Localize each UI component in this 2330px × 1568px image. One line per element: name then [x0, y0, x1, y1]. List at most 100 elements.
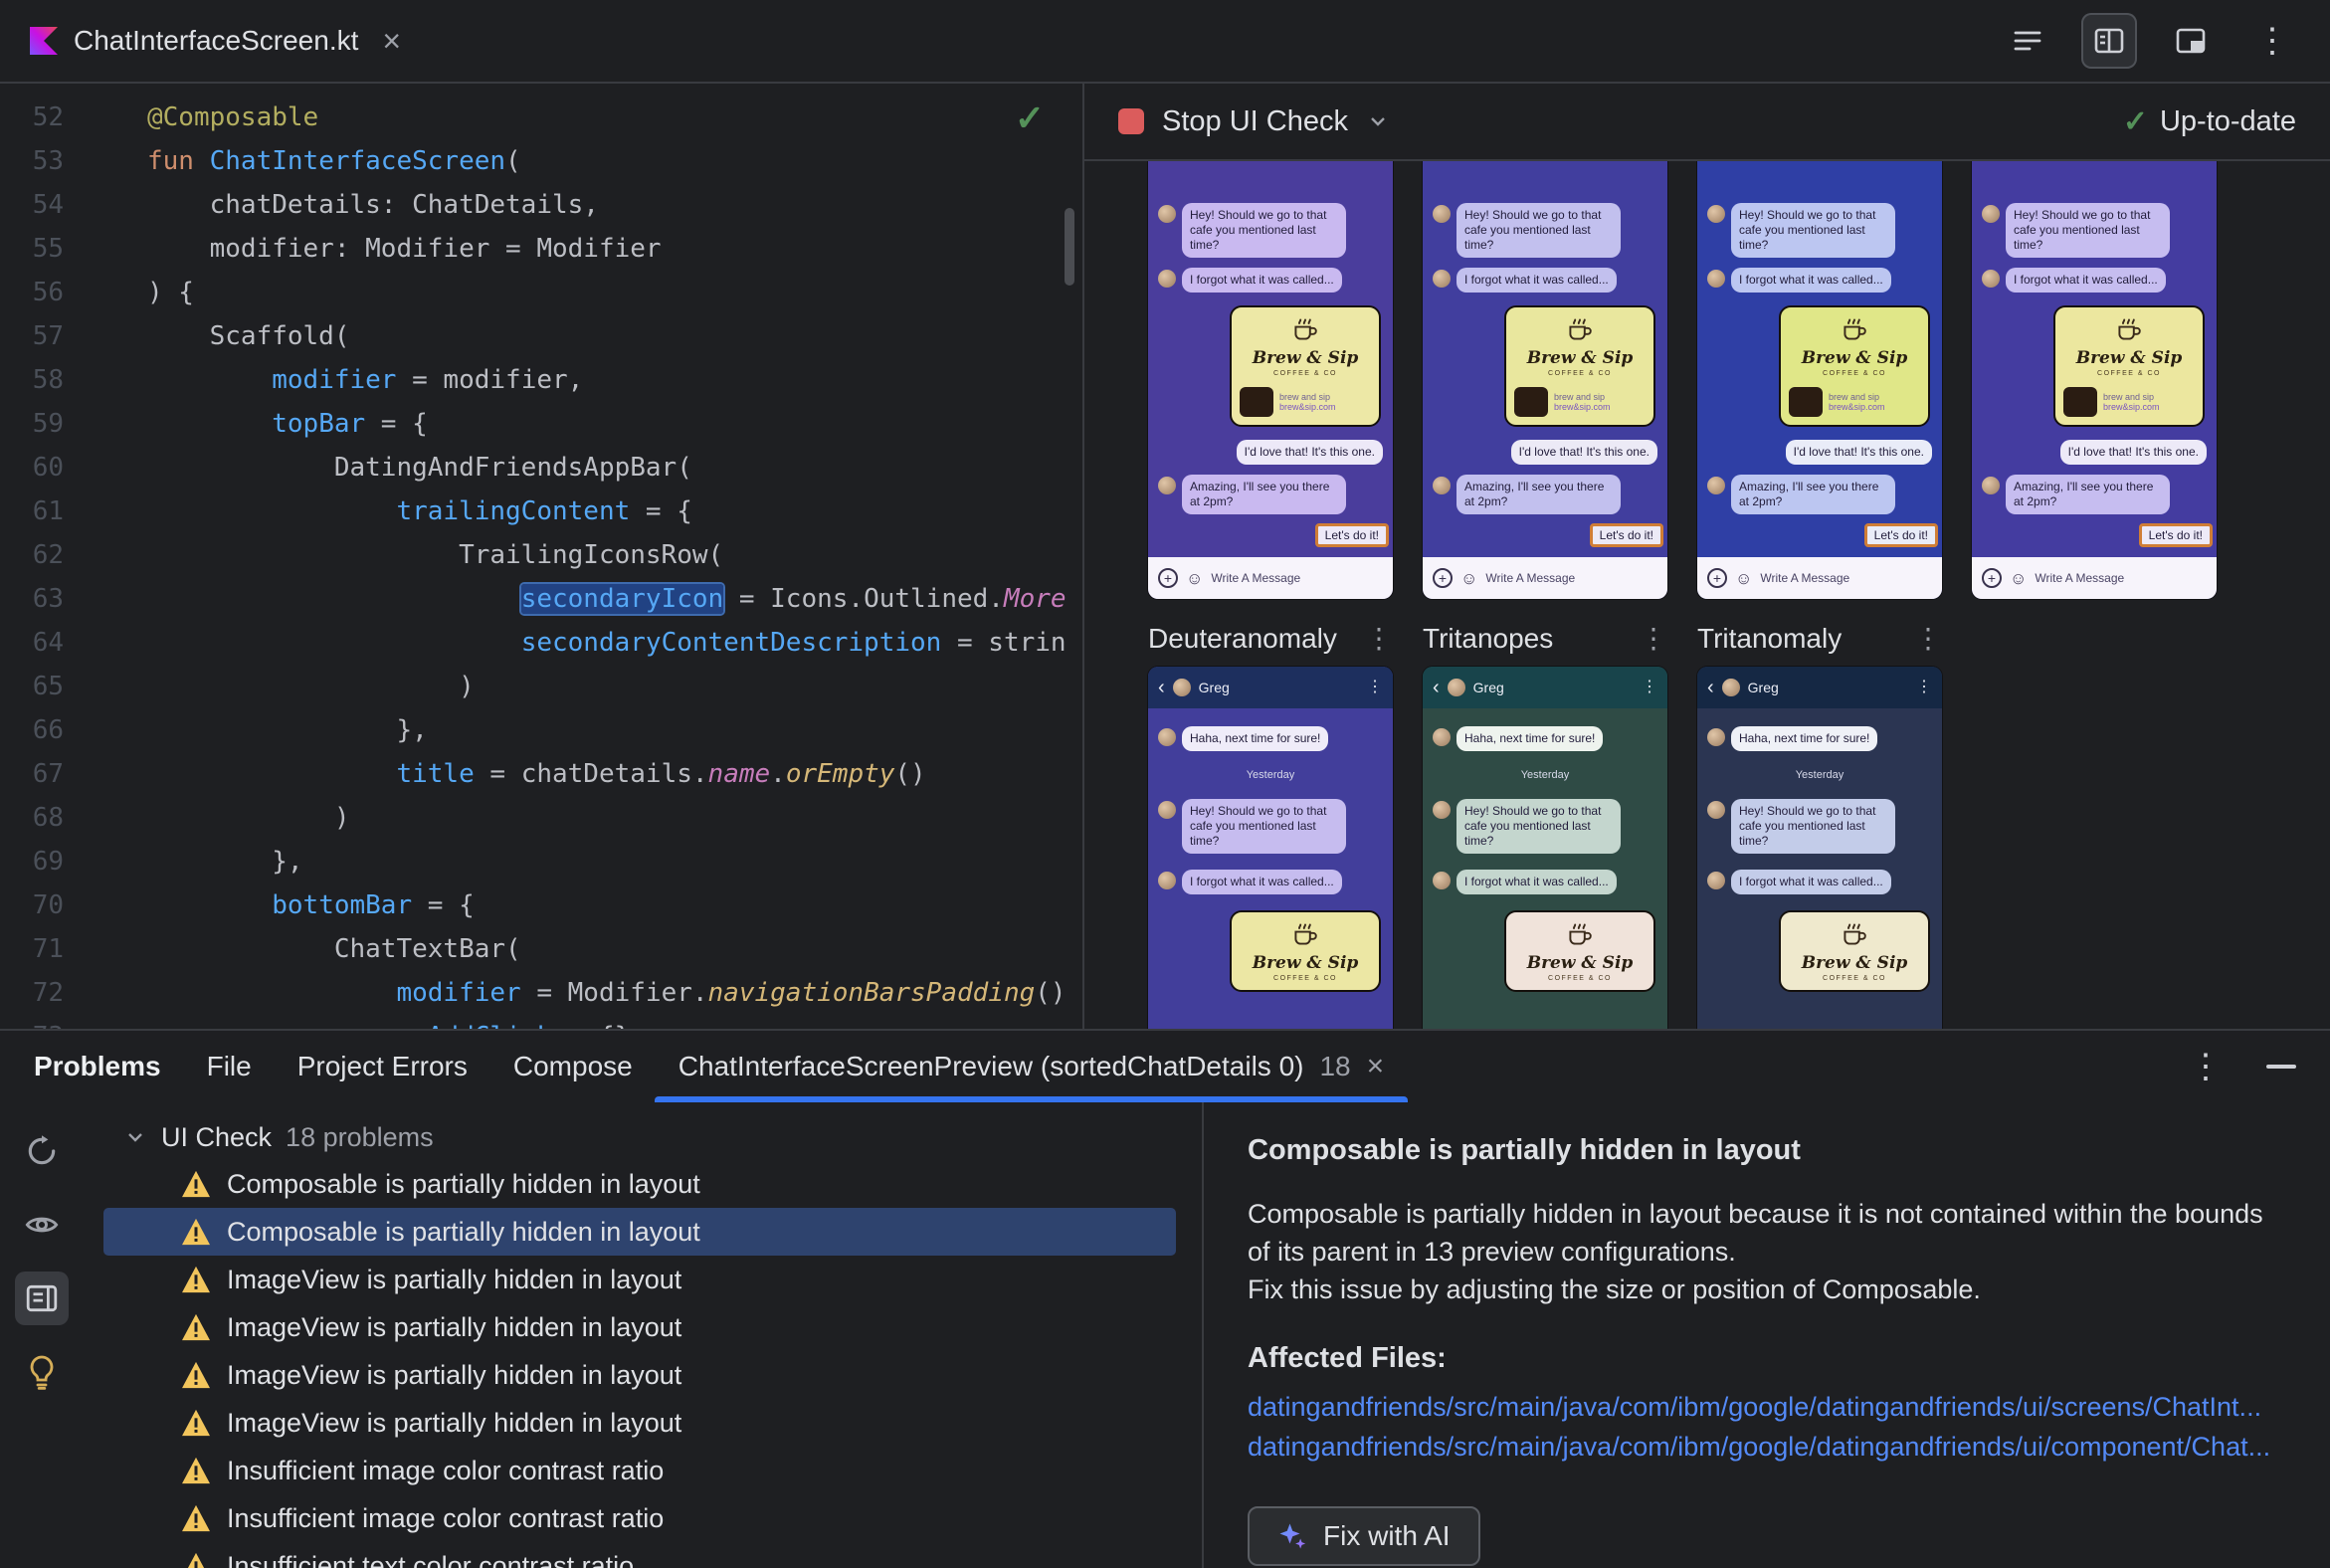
problem-row[interactable]: Insufficient image color contrast ratio: [103, 1494, 1176, 1542]
editor-code[interactable]: @Composable fun ChatInterfaceScreen( chat…: [99, 96, 1082, 1029]
problem-row[interactable]: ImageView is partially hidden in layout: [103, 1256, 1176, 1303]
back-icon: ‹: [1433, 677, 1440, 698]
minimize-icon[interactable]: [2266, 1065, 2296, 1069]
contact-name: Greg: [1198, 680, 1230, 695]
preview-phone[interactable]: Tritanomaly ⋮ ‹ Greg ⋮ Haha, next time f…: [1697, 599, 1942, 1029]
preview-view-button[interactable]: [2163, 13, 2219, 69]
kebab-menu-icon[interactable]: ⋮: [1365, 625, 1393, 653]
code-editor[interactable]: 52 53 54 55 56 57 58 59 60 61 62 63 64 65 66 67 68 69 70 71…: [0, 84, 1084, 1029]
message-bubble: Haha, next time for sure!: [1182, 726, 1329, 751]
ai-sparkle-icon: [1279, 1523, 1306, 1549]
detail-body-2: Fix this issue by adjusting the size or …: [1248, 1274, 1981, 1304]
chat-message-received: Hey! Should we go to that cafe you menti…: [1158, 203, 1383, 258]
affected-file-link[interactable]: datingandfriends/src/main/java/com/ibm/g…: [1248, 1387, 2290, 1427]
cafe-card-line1: brew and sip: [1279, 392, 1331, 402]
problem-detail-pane: Composable is partially hidden in layout…: [1204, 1102, 2330, 1568]
coffee-cup-icon: [1294, 318, 1317, 340]
preview-row-bottom: Deuteranomaly ⋮ ‹ Greg ⋮ Haha, next time…: [1148, 599, 2330, 1029]
picture-in-picture-icon: [2176, 28, 2206, 54]
editor-tab[interactable]: ChatInterfaceScreen.kt ×: [0, 0, 431, 82]
date-divider: Yesterday: [1795, 769, 1845, 781]
editor-more-button[interactable]: ⋮: [2244, 13, 2300, 69]
date-divider: Yesterday: [1246, 769, 1295, 781]
problem-row[interactable]: Composable is partially hidden in layout: [103, 1160, 1176, 1208]
details-view-button[interactable]: [15, 1272, 69, 1325]
message-bubble: Amazing, I'll see you there at 2pm?: [1456, 475, 1621, 514]
lint-highlight-box: Let's do it!: [1314, 523, 1389, 547]
lint-highlight-row: Let's do it!: [1433, 523, 1663, 547]
preview-phone[interactable]: Hey! Should we go to that cafe you menti…: [1423, 161, 1667, 599]
tab-close-icon[interactable]: ×: [382, 25, 401, 57]
chat-app-bar: ‹ Greg ⋮: [1148, 667, 1393, 708]
problems-tab[interactable]: Compose: [513, 1051, 633, 1082]
split-view-button[interactable]: [2081, 13, 2137, 69]
cafe-card-link: brew&sip.com: [2103, 402, 2160, 412]
preview-visibility-button[interactable]: [15, 1198, 69, 1252]
cafe-card-footer: brew and sip brew&sip.com: [1789, 387, 1920, 417]
cafe-card-subtitle: COFFEE & CO: [1823, 370, 1886, 377]
message-bubble: Haha, next time for sure!: [1731, 726, 1878, 751]
fix-with-ai-button[interactable]: Fix with AI: [1248, 1506, 1480, 1566]
cafe-card-title: Brew & Sip: [1801, 348, 1908, 368]
message-bubble: I'd love that! It's this one.: [1236, 440, 1383, 465]
add-icon: +: [1158, 568, 1178, 588]
preview-phone[interactable]: Hey! Should we go to that cafe you menti…: [1697, 161, 1942, 599]
problem-row[interactable]: ImageView is partially hidden in layout: [103, 1303, 1176, 1351]
chat-message-sent: I'd love that! It's this one.: [1433, 440, 1657, 465]
message-bubble: Amazing, I'll see you there at 2pm?: [2006, 475, 2170, 514]
chevron-down-icon[interactable]: [1366, 109, 1390, 133]
problems-group[interactable]: UI Check 18 problems: [84, 1114, 1202, 1160]
emoji-icon: ☺: [1460, 568, 1478, 588]
kebab-menu-icon: ⋮: [1367, 679, 1383, 695]
lint-highlight-row: Let's do it!: [1707, 523, 1938, 547]
avatar: [1721, 679, 1740, 696]
message-input-bar: + ☺ Write A Message: [1148, 557, 1393, 599]
preview-phone[interactable]: Hey! Should we go to that cafe you menti…: [1972, 161, 2217, 599]
problem-row[interactable]: ImageView is partially hidden in layout: [103, 1399, 1176, 1447]
problems-tab[interactable]: Project Errors: [297, 1051, 468, 1082]
lint-highlight-box: Let's do it!: [2138, 523, 2213, 547]
message-input: Write A Message: [1760, 571, 1850, 585]
code-view-button[interactable]: [2000, 13, 2055, 69]
preview-canvas[interactable]: Hey! Should we go to that cafe you menti…: [1084, 161, 2330, 1029]
avatar: [1158, 477, 1176, 494]
kebab-menu-icon[interactable]: ⋮: [1640, 625, 1667, 653]
cafe-card-footer: brew and sip brew&sip.com: [2063, 387, 2195, 417]
affected-file-link[interactable]: datingandfriends/src/main/java/com/ibm/g…: [1248, 1427, 2290, 1467]
panel-options-icon[interactable]: ⋮: [2189, 1050, 2223, 1083]
stop-icon[interactable]: [1118, 108, 1144, 134]
preview-phone[interactable]: Deuteranomaly ⋮ ‹ Greg ⋮ Haha, next time…: [1148, 599, 1393, 1029]
kebab-menu-icon[interactable]: ⋮: [1914, 625, 1942, 653]
chat-app-bar: ‹ Greg ⋮: [1697, 667, 1942, 708]
chat-message-received: Hey! Should we go to that cafe you menti…: [1158, 799, 1383, 854]
eye-icon: [25, 1217, 59, 1233]
editor-scrollbar[interactable]: [1065, 208, 1074, 286]
avatar: [1982, 270, 2000, 288]
message-input-bar: + ☺ Write A Message: [1972, 557, 2217, 599]
problem-row[interactable]: Composable is partially hidden in layout: [103, 1208, 1176, 1256]
preview-phone[interactable]: Tritanopes ⋮ ‹ Greg ⋮ Haha, next time fo…: [1423, 599, 1667, 1029]
stop-ui-check-button[interactable]: Stop UI Check: [1162, 105, 1348, 138]
tab-preview-active[interactable]: ChatInterfaceScreenPreview (sortedChatDe…: [654, 1031, 1409, 1102]
problems-tab[interactable]: File: [207, 1051, 252, 1082]
cafe-card-footer: brew and sip brew&sip.com: [1514, 387, 1646, 417]
problem-text: Insufficient image color contrast ratio: [227, 1502, 665, 1533]
preview-phone[interactable]: Hey! Should we go to that cafe you menti…: [1148, 161, 1393, 599]
emoji-icon: ☺: [1735, 568, 1753, 588]
quick-fix-button[interactable]: [15, 1345, 69, 1399]
refresh-button[interactable]: [15, 1124, 69, 1178]
problem-row[interactable]: ImageView is partially hidden in layout: [103, 1351, 1176, 1399]
problem-row[interactable]: Insufficient text color contrast ratio: [103, 1542, 1176, 1568]
chat-message-received: I forgot what it was called...: [1707, 268, 1932, 293]
message-bubble: I forgot what it was called...: [2006, 268, 2166, 293]
message-bubble: Hey! Should we go to that cafe you menti…: [1456, 203, 1621, 258]
lines-icon: [2014, 31, 2041, 51]
chat-message-sent: I'd love that! It's this one.: [1982, 440, 2207, 465]
cafe-card-footer: brew and sip brew&sip.com: [1240, 387, 1371, 417]
lint-highlight-row: Let's do it!: [1158, 523, 1389, 547]
message-bubble: Hey! Should we go to that cafe you menti…: [1182, 799, 1346, 854]
tab-close-icon[interactable]: ×: [1367, 1052, 1385, 1081]
problem-row[interactable]: Insufficient image color contrast ratio: [103, 1447, 1176, 1494]
cafe-card-title: Brew & Sip: [1801, 953, 1908, 973]
phone-screen: Hey! Should we go to that cafe you menti…: [1697, 161, 1942, 599]
